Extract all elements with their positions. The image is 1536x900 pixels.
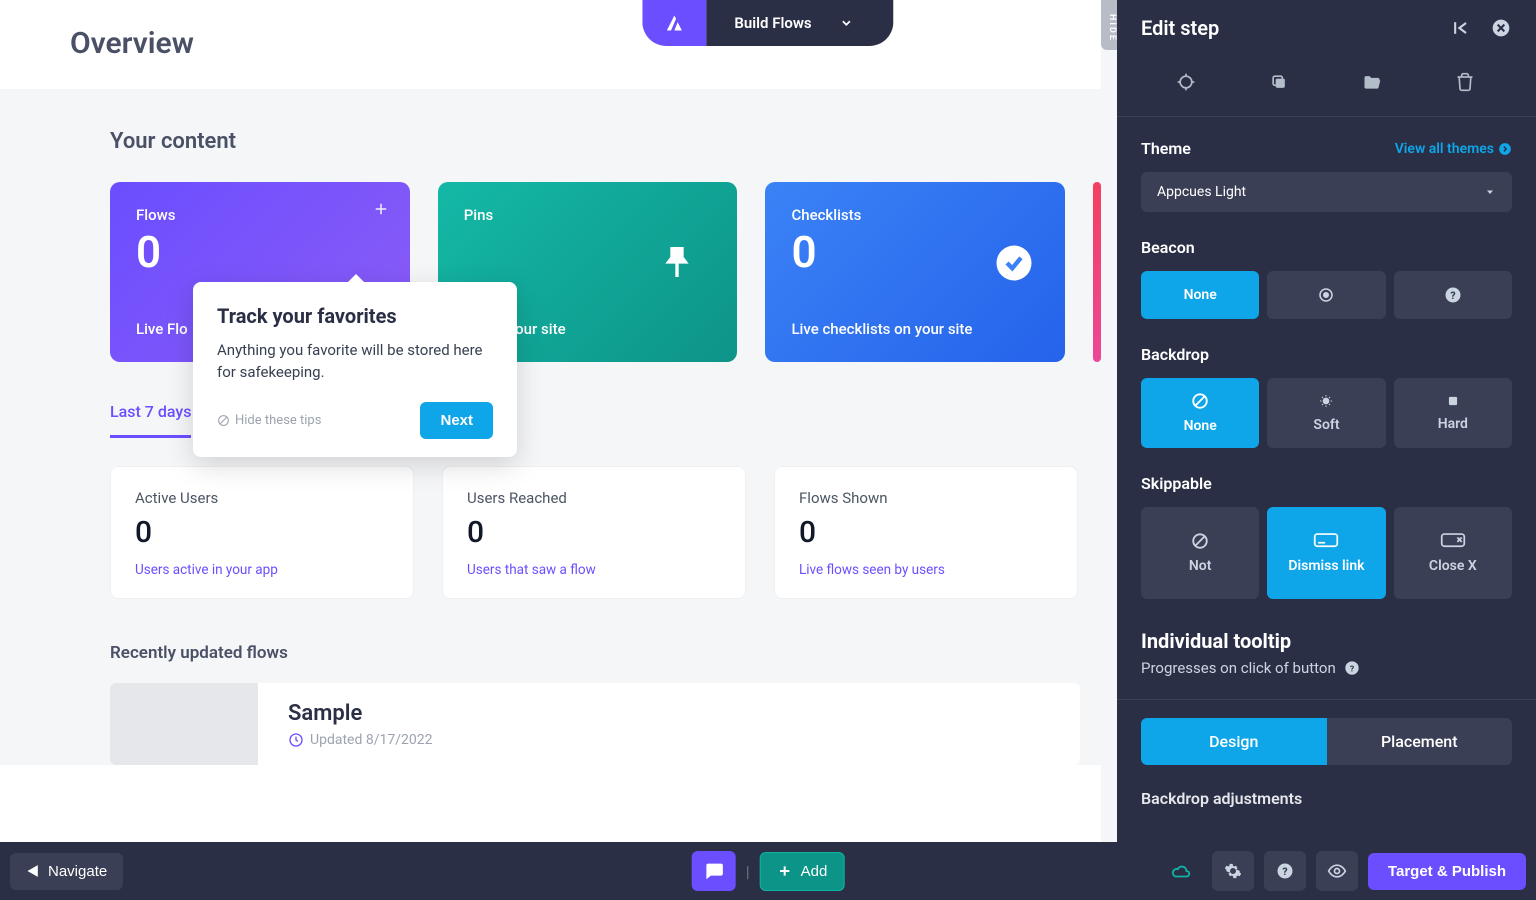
no-icon (217, 414, 230, 427)
card-label: Flows (136, 206, 384, 224)
stat-value: 0 (467, 515, 721, 550)
trash-icon[interactable] (1455, 72, 1477, 94)
tooltip-body: Anything you favorite will be stored her… (217, 340, 493, 384)
card-value: 0 (136, 228, 384, 276)
target-publish-button[interactable]: Target & Publish (1368, 853, 1526, 890)
backdrop-adjustments-label: Backdrop adjustments (1117, 765, 1536, 818)
preview-button[interactable] (1316, 851, 1358, 891)
flow-name: Sample (288, 701, 1080, 726)
backdrop-none[interactable]: None (1141, 378, 1259, 448)
card-label: Pins (464, 206, 712, 224)
stat-value: 0 (799, 515, 1053, 550)
theme-select[interactable]: Appcues Light (1141, 172, 1512, 212)
theme-label: Theme (1141, 139, 1191, 158)
stat-label: Users Reached (467, 489, 721, 507)
beacon-label: Beacon (1141, 238, 1512, 257)
hide-tips-link[interactable]: Hide these tips (217, 413, 321, 428)
stat-label: Flows Shown (799, 489, 1053, 507)
svg-text:?: ? (1450, 289, 1455, 302)
square-icon (1446, 394, 1460, 408)
eye-icon (1327, 861, 1347, 881)
tab-design[interactable]: Design (1141, 718, 1327, 765)
question-icon: ? (1276, 862, 1294, 880)
backdrop-soft[interactable]: Soft (1267, 378, 1385, 448)
stat-footer: Users that saw a flow (467, 562, 721, 578)
recent-flows-title: Recently updated flows (110, 643, 1101, 663)
check-circle-icon (993, 242, 1035, 284)
flow-list-item[interactable]: Sample Updated 8/17/2022 (110, 683, 1080, 765)
beacon-question[interactable]: ? (1394, 271, 1512, 319)
chevron-down-icon (840, 16, 854, 30)
add-button[interactable]: Add (760, 852, 845, 891)
build-flows-menu[interactable]: Build Flows (706, 0, 893, 46)
card-label: Checklists (791, 206, 1039, 224)
share-icon (26, 864, 40, 878)
folder-open-icon[interactable] (1362, 72, 1384, 94)
skippable-not[interactable]: Not (1141, 507, 1259, 599)
stat-active-users: Active Users 0 Users active in your app (110, 466, 414, 599)
stat-footer: Users active in your app (135, 562, 389, 578)
close-icon[interactable] (1490, 17, 1512, 39)
hide-panel-tab[interactable]: HIDE (1101, 0, 1117, 50)
next-button[interactable]: Next (420, 402, 493, 439)
theme-value: Appcues Light (1157, 184, 1246, 200)
skippable-dismiss[interactable]: Dismiss link (1267, 507, 1385, 599)
cloud-sync-icon[interactable] (1160, 851, 1202, 891)
stat-footer: Live flows seen by users (799, 562, 1053, 578)
settings-button[interactable] (1212, 851, 1254, 891)
chat-button[interactable] (692, 851, 736, 891)
beacon-dot[interactable] (1267, 271, 1385, 319)
backdrop-label: Backdrop (1141, 345, 1512, 364)
flow-thumbnail (110, 683, 258, 765)
plus-icon (777, 863, 793, 879)
backdrop-hard[interactable]: Hard (1394, 378, 1512, 448)
circle-dot-icon (1317, 286, 1335, 304)
card-extra-peek[interactable] (1093, 182, 1101, 362)
svg-text:?: ? (1350, 664, 1354, 674)
collapse-icon[interactable] (1450, 17, 1472, 39)
no-icon (1191, 532, 1209, 550)
arrow-right-icon (1498, 142, 1512, 156)
separator: | (746, 862, 750, 881)
stat-value: 0 (135, 515, 389, 550)
gear-icon (1224, 862, 1242, 880)
caret-down-icon (1484, 186, 1496, 198)
individual-tooltip-heading: Individual tooltip (1141, 629, 1512, 653)
tooltip-subtext: Progresses on click of button (1141, 659, 1336, 677)
dismiss-link-icon (1313, 532, 1339, 550)
chat-icon (703, 860, 725, 882)
card-footer: Live checklists on your site (791, 320, 1039, 338)
plus-icon (372, 200, 390, 218)
skippable-closex[interactable]: Close X (1394, 507, 1512, 599)
view-all-themes-link[interactable]: View all themes (1395, 141, 1512, 157)
timeframe-7days[interactable]: Last 7 days (110, 402, 191, 438)
close-x-box-icon (1440, 532, 1466, 550)
help-button[interactable]: ? (1264, 851, 1306, 891)
onboarding-tooltip: Track your favorites Anything you favori… (193, 282, 517, 457)
app-logo[interactable] (642, 0, 706, 46)
pin-icon (657, 242, 697, 282)
target-icon[interactable] (1176, 72, 1198, 94)
stat-users-reached: Users Reached 0 Users that saw a flow (442, 466, 746, 599)
copy-icon[interactable] (1269, 72, 1291, 94)
clock-icon (288, 732, 304, 748)
stat-flows-shown: Flows Shown 0 Live flows seen by users (774, 466, 1078, 599)
sidebar-title: Edit step (1141, 16, 1219, 40)
svg-text:?: ? (1282, 865, 1287, 878)
blur-icon (1318, 393, 1334, 409)
beacon-none[interactable]: None (1141, 271, 1259, 319)
tooltip-title: Track your favorites (217, 304, 493, 328)
help-icon[interactable]: ? (1344, 660, 1360, 676)
stat-label: Active Users (135, 489, 389, 507)
card-checklists[interactable]: Checklists 0 Live checklists on your sit… (765, 182, 1065, 362)
menu-label: Build Flows (734, 14, 811, 32)
page-title: Overview (0, 0, 1101, 89)
tab-placement[interactable]: Placement (1327, 718, 1513, 765)
section-your-content: Your content (110, 129, 1101, 154)
no-icon (1191, 392, 1209, 410)
skippable-label: Skippable (1141, 474, 1512, 493)
question-circle-icon: ? (1444, 286, 1462, 304)
flow-updated: Updated 8/17/2022 (310, 732, 432, 748)
navigate-button[interactable]: Navigate (10, 853, 123, 890)
